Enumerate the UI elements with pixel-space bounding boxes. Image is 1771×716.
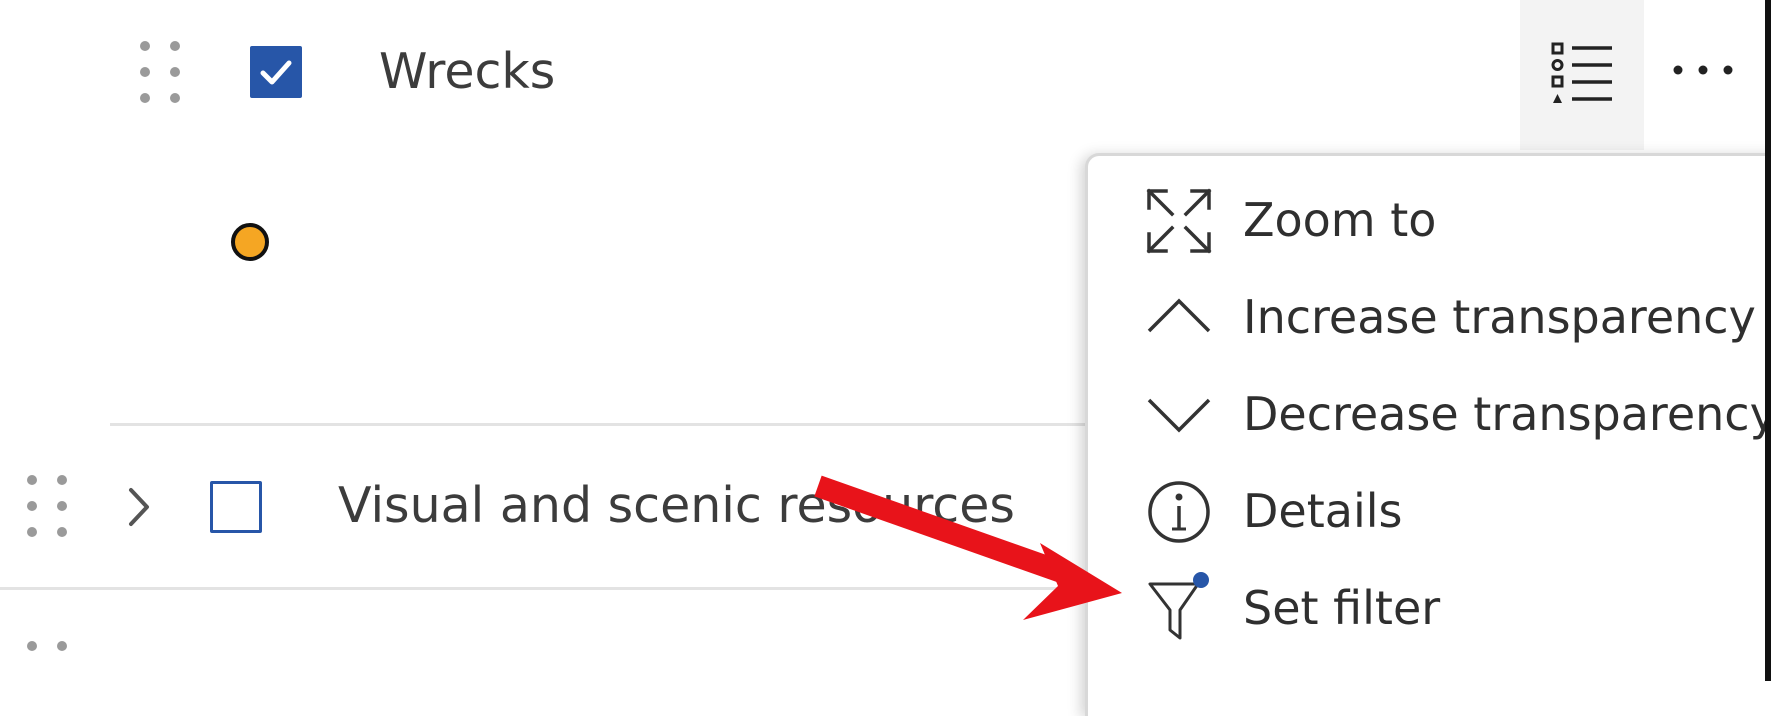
menu-item-label: Increase transparency	[1243, 290, 1756, 344]
menu-item-set-filter[interactable]: Set filter	[1088, 564, 1771, 654]
legend-button[interactable]	[1520, 0, 1644, 150]
drag-handle-icon[interactable]	[137, 38, 183, 106]
checkmark-icon	[260, 60, 292, 85]
info-icon	[1148, 481, 1210, 543]
filter-active-dot	[1193, 572, 1209, 588]
wrecks-layer-label: Wrecks	[379, 43, 556, 100]
chevron-up-icon	[1147, 298, 1211, 333]
filter-icon	[1148, 572, 1209, 640]
row-divider	[110, 423, 1110, 426]
visual-scenic-checkbox[interactable]	[210, 481, 262, 533]
drag-handle-icon[interactable]	[24, 638, 70, 668]
legend-list-icon	[1551, 42, 1612, 103]
zoom-to-icon	[1146, 188, 1212, 254]
menu-item-zoom-to[interactable]: Zoom to	[1088, 176, 1771, 266]
wrecks-legend-symbol	[231, 223, 269, 261]
menu-item-increase-transparency[interactable]: Increase transparency	[1088, 273, 1771, 363]
menu-item-label: Decrease transparency	[1243, 387, 1771, 441]
menu-item-label: Set filter	[1243, 581, 1441, 635]
layer-context-menu: Zoom to Increase transparency Decrease t…	[1085, 153, 1771, 716]
menu-item-decrease-transparency[interactable]: Decrease transparency	[1088, 370, 1771, 460]
menu-item-label: Details	[1243, 484, 1403, 538]
menu-item-details[interactable]: Details	[1088, 467, 1771, 557]
drag-handle-icon[interactable]	[24, 472, 70, 540]
wrecks-checkbox[interactable]	[250, 46, 302, 98]
panel-edge	[1765, 0, 1771, 681]
row-divider	[0, 587, 1100, 590]
visual-scenic-layer-label: Visual and scenic resources	[338, 477, 1015, 534]
menu-item-label: Zoom to	[1243, 193, 1437, 247]
more-options-icon[interactable]	[1668, 55, 1738, 85]
chevron-right-icon[interactable]	[124, 485, 154, 529]
chevron-down-icon	[1147, 398, 1211, 433]
